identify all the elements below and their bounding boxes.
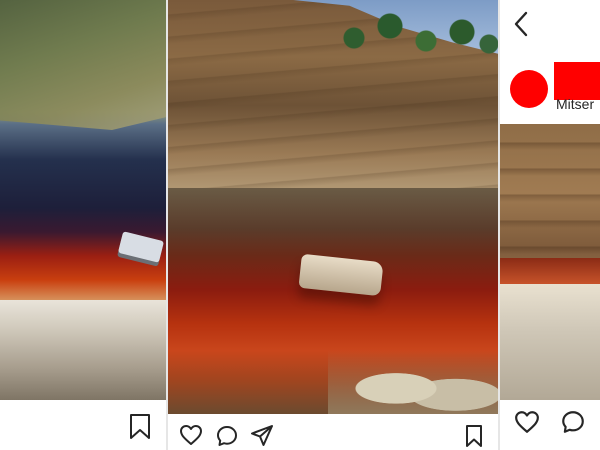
photo-rocks — [328, 350, 498, 414]
photo-shore — [0, 300, 166, 400]
share-icon[interactable] — [250, 424, 274, 448]
chevron-left-icon[interactable] — [512, 10, 530, 38]
bookmark-icon[interactable] — [128, 413, 152, 440]
photo-rock — [117, 231, 165, 263]
comment-icon[interactable] — [215, 424, 239, 448]
post-right: Mitser — [500, 0, 600, 450]
redacted-name-block — [554, 62, 600, 100]
bookmark-icon[interactable] — [464, 424, 484, 448]
post-photo-left[interactable] — [0, 0, 166, 400]
post-header: Mitser — [500, 0, 600, 124]
photo-cliff-layers — [500, 124, 600, 264]
photo-shore — [500, 284, 600, 400]
heart-icon[interactable] — [514, 410, 540, 434]
heart-icon[interactable] — [179, 424, 203, 446]
post-left — [0, 0, 166, 450]
photo-trees — [318, 2, 498, 62]
post-photo-center[interactable] — [168, 0, 498, 414]
photo-mountain — [0, 0, 166, 130]
photo-red-water — [500, 258, 600, 284]
username[interactable]: Mitser — [556, 96, 594, 112]
post-photo-right[interactable] — [500, 124, 600, 400]
avatar[interactable] — [510, 70, 548, 108]
post-center — [168, 0, 498, 450]
comment-icon[interactable] — [560, 409, 586, 435]
